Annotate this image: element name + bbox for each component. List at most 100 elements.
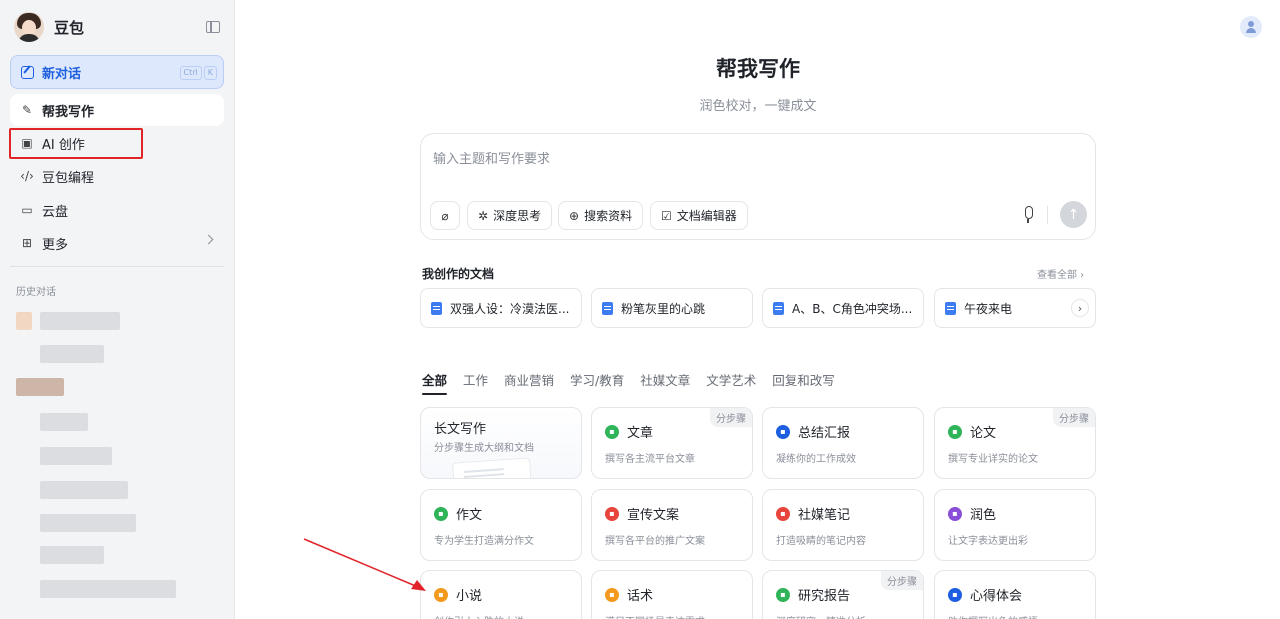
sidebar-item-coding[interactable]: ‹/› 豆包编程 xyxy=(10,160,224,192)
tab-work[interactable]: 工作 xyxy=(463,370,488,395)
template-card[interactable]: ▪ 论文 撰写专业详实的论文 分步骤 xyxy=(934,407,1096,479)
template-card-desc: 助你撰写出色的感悟 xyxy=(948,613,1038,619)
sidebar-divider xyxy=(10,266,224,267)
template-card-title-text: 小说 xyxy=(456,589,483,604)
history-item[interactable] xyxy=(40,546,104,564)
page-subtitle: 润色校对，一键成文 xyxy=(699,99,817,114)
history-item[interactable] xyxy=(40,312,120,330)
shortcut-hint: Ctrl K xyxy=(179,66,217,80)
sidebar-item-cloud[interactable]: ▭ 云盘 xyxy=(10,194,224,226)
new-chat-label: 新对话 xyxy=(42,66,82,82)
brand-name: 豆包 xyxy=(54,18,85,37)
send-button[interactable]: ↑ xyxy=(1060,201,1087,228)
sidebar-item-more[interactable]: ⊞ 更多 xyxy=(10,227,224,259)
history-item[interactable] xyxy=(40,413,88,431)
template-card[interactable]: ▪ 宣传文案 撰写各平台的推广文案 xyxy=(591,489,753,561)
doc-card[interactable]: 双强人设：冷漠法医... xyxy=(420,288,582,328)
search-button[interactable]: ⊕ 搜索资料 xyxy=(558,201,644,230)
doc-card[interactable]: 粉笔灰里的心跳 xyxy=(591,288,753,328)
microphone-icon[interactable] xyxy=(1022,206,1034,224)
history-item[interactable] xyxy=(40,447,112,465)
doc-card[interactable]: A、B、C角色冲突场... xyxy=(762,288,924,328)
template-card[interactable]: ▪ 总结汇报 凝练你的工作成效 xyxy=(762,407,924,479)
template-card[interactable]: ▪ 小说创作引人入胜的小说 xyxy=(420,570,582,619)
step-badge: 分步骤 xyxy=(881,571,923,590)
attach-button[interactable]: ⌀ xyxy=(430,201,460,230)
template-card-desc: 撰写专业详实的论文 xyxy=(948,454,1038,465)
sidebar-item-writing[interactable]: ✎ 帮我写作 xyxy=(10,94,224,126)
template-card-title-text: 宣传文案 xyxy=(627,508,680,523)
category-icon: ▪ xyxy=(776,587,790,602)
new-chat-button[interactable]: 新对话 Ctrl K xyxy=(10,55,224,89)
category-icon: ▪ xyxy=(605,587,619,602)
doc-card-title: 双强人设：冷漠法医... xyxy=(450,301,570,316)
history-item[interactable] xyxy=(40,580,176,598)
atom-icon: ✲ xyxy=(478,208,489,223)
deep-think-button[interactable]: ✲ 深度思考 xyxy=(467,201,553,230)
document-icon xyxy=(945,301,956,315)
template-card-title: ▪ 社媒笔记 xyxy=(776,504,850,523)
brand[interactable]: 豆包 xyxy=(14,12,84,42)
category-icon: ▪ xyxy=(605,424,619,439)
document-icon xyxy=(431,301,442,315)
view-all-link[interactable]: 查看全部 › xyxy=(1037,266,1084,281)
template-card-title: ▪ 小说 xyxy=(434,585,482,604)
tab-all[interactable]: 全部 xyxy=(422,370,448,395)
template-card-desc: 让文字表达更出彩 xyxy=(948,536,1028,547)
code-icon: ‹/› xyxy=(20,169,34,183)
category-icon: ▪ xyxy=(434,506,448,521)
template-card[interactable]: ▪ 作文 专为学生打造满分作文 xyxy=(420,489,582,561)
docs-section-title: 我创作的文档 xyxy=(422,267,495,281)
category-icon: ▪ xyxy=(434,587,448,602)
template-card-desc: 打造吸睛的笔记内容 xyxy=(776,536,866,547)
tab-education[interactable]: 学习/教育 xyxy=(570,370,624,395)
template-card[interactable]: 长文写作 分步骤生成大纲和文档 xyxy=(420,407,582,479)
user-avatar-icon[interactable] xyxy=(1240,16,1262,38)
history-item[interactable] xyxy=(40,481,128,499)
doc-editor-button[interactable]: ☑ 文档编辑器 xyxy=(650,201,748,230)
template-card-desc: 凝练你的工作成效 xyxy=(776,454,856,465)
brand-avatar xyxy=(14,12,44,42)
tab-rewrite[interactable]: 回复和改写 xyxy=(772,370,835,395)
sidebar-item-label: 云盘 xyxy=(42,204,69,220)
sidebar-collapse-icon[interactable] xyxy=(206,21,220,33)
grid-icon: ⊞ xyxy=(21,236,33,250)
template-card-title-text: 话术 xyxy=(627,589,654,604)
history-item[interactable] xyxy=(40,514,136,532)
template-card-title-text: 研究报告 xyxy=(798,589,851,604)
template-card[interactable]: ▪ 心得体会助你撰写出色的感悟 xyxy=(934,570,1096,619)
chip-label: 搜索资料 xyxy=(584,209,633,223)
template-card[interactable]: ▪ 文章 撰写各主流平台文章 分步骤 xyxy=(591,407,753,479)
tab-social[interactable]: 社媒文章 xyxy=(640,370,690,395)
category-icon: ▪ xyxy=(948,424,962,439)
tab-marketing[interactable]: 商业营销 xyxy=(504,370,554,395)
template-card-desc: 分步骤生成大纲和文档 xyxy=(434,443,534,454)
doc-card-title: 粉笔灰里的心跳 xyxy=(621,301,706,316)
template-card[interactable]: ▪ 润色让文字表达更出彩 xyxy=(934,489,1096,561)
doc-edit-icon: ☑ xyxy=(661,208,672,223)
template-card-title: ▪ 宣传文案 xyxy=(605,504,679,523)
view-all-label: 查看全部 xyxy=(1037,270,1077,281)
template-card-title-text: 总结汇报 xyxy=(798,426,851,441)
cloud-folder-icon: ▭ xyxy=(21,203,33,217)
template-card-title: ▪ 润色 xyxy=(948,504,996,523)
category-icon: ▪ xyxy=(948,506,962,521)
highlight-annotation xyxy=(9,128,143,159)
history-item[interactable] xyxy=(40,345,104,363)
template-card-title-text: 心得体会 xyxy=(970,589,1023,604)
template-card[interactable]: ▪ 研究报告深度研究，精准分析 分步骤 xyxy=(762,570,924,619)
history-item-icon xyxy=(16,312,32,330)
template-card-title-text: 文章 xyxy=(627,426,654,441)
category-icon: ▪ xyxy=(776,506,790,521)
template-card[interactable]: ▪ 话术满足不同场景表达需求 xyxy=(591,570,753,619)
composer[interactable]: 输入主题和写作要求 ⌀ ✲ 深度思考 ⊕ 搜索资料 ☑ 文档编辑器 ↑ xyxy=(420,133,1096,240)
history-item[interactable] xyxy=(16,378,64,396)
template-card-title: ▪ 心得体会 xyxy=(948,585,1022,604)
chip-label: 文档编辑器 xyxy=(676,209,737,223)
template-card[interactable]: ▪ 社媒笔记打造吸睛的笔记内容 xyxy=(762,489,924,561)
docs-next-button[interactable]: › xyxy=(1071,299,1089,317)
edit-icon xyxy=(21,65,34,79)
template-card-desc: 满足不同场景表达需求 xyxy=(605,613,705,619)
composer-input[interactable]: 输入主题和写作要求 xyxy=(433,148,550,167)
tab-literature[interactable]: 文学艺术 xyxy=(706,370,756,395)
